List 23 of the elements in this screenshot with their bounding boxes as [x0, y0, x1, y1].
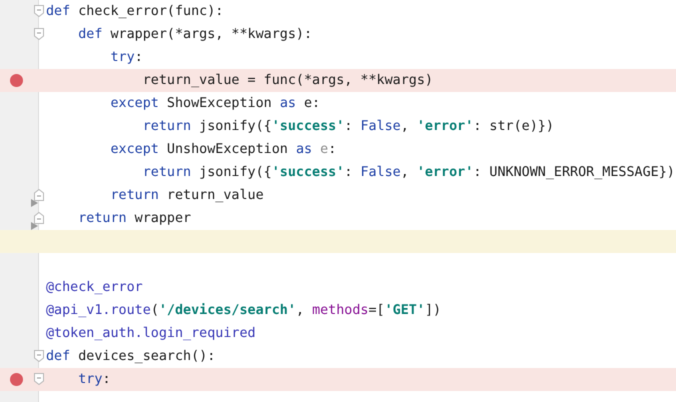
code-line: return wrapper	[77, 211, 192, 226]
code-line: def check_error(func):	[46, 4, 224, 19]
fold-icon[interactable]	[34, 28, 44, 40]
code-line: return jsonify({'success': False, 'error': UNKNOWN_ERROR_MESSAGE})	[142, 165, 675, 180]
breakpoint-icon[interactable]	[10, 373, 23, 386]
code-line: except UnshowException as e:	[109, 142, 336, 157]
code-line: @token_auth.login_required	[46, 326, 256, 341]
code-line: try:	[77, 372, 110, 387]
code-line: @api_v1.route('/devices/search', methods=['GET'])	[46, 303, 442, 318]
fold-icon[interactable]	[34, 5, 44, 17]
fold-icon[interactable]	[34, 189, 44, 201]
code-line: def devices_search():	[46, 349, 216, 364]
code-line: try:	[109, 50, 143, 65]
fold-icon[interactable]	[34, 350, 44, 362]
fold-icon[interactable]	[34, 373, 44, 385]
breakpoint-icon[interactable]	[10, 74, 23, 87]
code-line: @check_error	[46, 280, 143, 295]
code-line: return jsonify({'success': False, 'error': str(e)})	[142, 119, 554, 134]
code-line: return_value = func(*args, **kwargs)	[142, 73, 433, 88]
fold-icon[interactable]	[34, 212, 44, 224]
code-line: def wrapper(*args, **kwargs):	[77, 27, 312, 42]
code-line: except ShowException as e:	[109, 96, 320, 111]
code-line: return return_value	[109, 188, 264, 203]
